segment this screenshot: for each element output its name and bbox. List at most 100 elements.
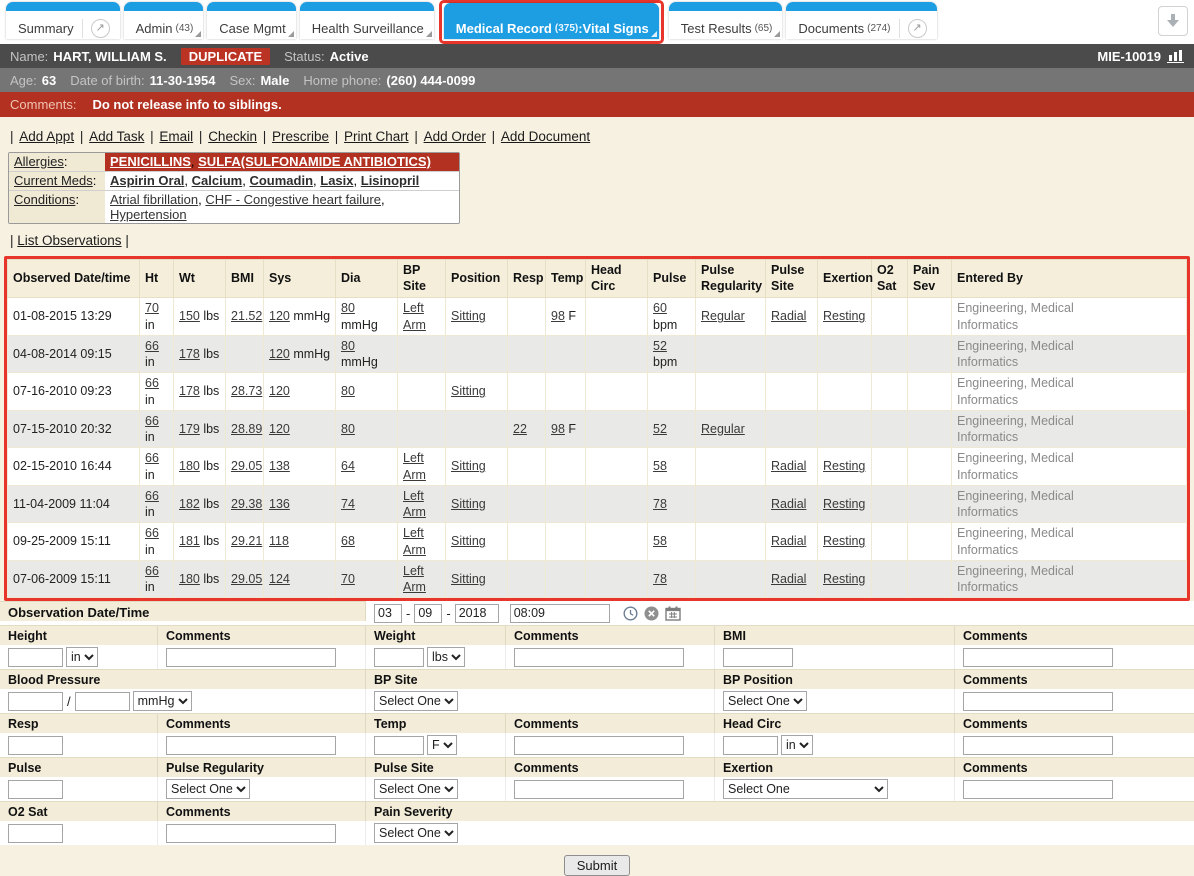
observation-value-link[interactable]: 80 (341, 384, 355, 398)
observation-value-link[interactable]: 78 (653, 497, 667, 511)
link-hypertension[interactable]: Hypertension (110, 207, 187, 222)
bp-site-select[interactable]: Select One (374, 691, 458, 711)
o2-sat-input[interactable] (8, 824, 63, 843)
open-documents-icon[interactable]: ↗ (899, 19, 927, 38)
observation-value-link[interactable]: 58 (653, 459, 667, 473)
observation-value-link[interactable]: Left Arm (403, 451, 426, 481)
tab-health-surveillance[interactable]: Health Surveillance (300, 2, 434, 39)
link-sulfa-sulfonamide-antibiotics-[interactable]: SULFA(SULFONAMIDE ANTIBIOTICS) (198, 154, 431, 169)
observation-value-link[interactable]: 150 (179, 309, 200, 323)
observation-value-link[interactable]: 70 (341, 572, 355, 586)
observation-value-link[interactable]: 98 (551, 422, 565, 436)
observation-value-link[interactable]: 120 (269, 347, 290, 361)
observation-value-link[interactable]: Sitting (451, 309, 486, 323)
bp-systolic-input[interactable] (8, 692, 63, 711)
pulse-comments-input[interactable] (514, 780, 684, 799)
link-penicillins[interactable]: PENICILLINS (110, 154, 191, 169)
observation-value-link[interactable]: 66 (145, 526, 159, 540)
clock-icon[interactable] (623, 606, 638, 621)
observation-value-link[interactable]: Radial (771, 497, 806, 511)
pulse-input[interactable] (8, 780, 63, 799)
observation-value-link[interactable]: Sitting (451, 384, 486, 398)
observation-value-link[interactable]: 29.38 (231, 497, 262, 511)
obs-month-input[interactable] (374, 604, 402, 623)
obs-day-input[interactable] (414, 604, 442, 623)
observation-value-link[interactable]: 66 (145, 451, 159, 465)
download-button[interactable] (1158, 6, 1188, 36)
observation-value-link[interactable]: 120 (269, 384, 290, 398)
link-lasix[interactable]: Lasix (320, 173, 353, 188)
observation-value-link[interactable]: Regular (701, 309, 745, 323)
observation-value-link[interactable]: 29.21 (231, 534, 262, 548)
observation-value-link[interactable]: 58 (653, 534, 667, 548)
observation-value-link[interactable]: 180 (179, 572, 200, 586)
conditions-label-link[interactable]: Conditions (14, 192, 75, 207)
temp-comments-input[interactable] (514, 736, 684, 755)
resp-input[interactable] (8, 736, 63, 755)
height-unit-select[interactable]: in (66, 647, 98, 667)
head-circ-unit-select[interactable]: in (781, 735, 813, 755)
observation-value-link[interactable]: 70 (145, 301, 159, 315)
head-circ-comments-input[interactable] (963, 736, 1113, 755)
tab-admin[interactable]: Admin (43) (124, 2, 204, 39)
observation-value-link[interactable]: 68 (341, 534, 355, 548)
observation-value-link[interactable]: 60 (653, 301, 667, 315)
obs-year-input[interactable] (455, 604, 499, 623)
observation-value-link[interactable]: 124 (269, 572, 290, 586)
observation-value-link[interactable]: Regular (701, 422, 745, 436)
head-circ-input[interactable] (723, 736, 778, 755)
observation-value-link[interactable]: 74 (341, 497, 355, 511)
observation-value-link[interactable]: Sitting (451, 459, 486, 473)
tab-summary[interactable]: Summary ↗ (6, 2, 120, 39)
bmi-input[interactable] (723, 648, 793, 667)
observation-value-link[interactable]: 66 (145, 339, 159, 353)
observation-value-link[interactable]: 29.05 (231, 459, 262, 473)
observation-value-link[interactable]: Left Arm (403, 564, 426, 594)
quick-link-add-appt[interactable]: Add Appt (19, 129, 74, 144)
allergies-label-link[interactable]: Allergies (14, 154, 64, 169)
observation-value-link[interactable]: 52 (653, 339, 667, 353)
bp-diastolic-input[interactable] (75, 692, 130, 711)
duplicate-badge[interactable]: DUPLICATE (181, 48, 270, 65)
observation-value-link[interactable]: 66 (145, 376, 159, 390)
observation-value-link[interactable]: 98 (551, 309, 565, 323)
observation-value-link[interactable]: 22 (513, 422, 527, 436)
current-meds-label-link[interactable]: Current Meds (14, 173, 93, 188)
resp-comments-input[interactable] (166, 736, 336, 755)
temp-input[interactable] (374, 736, 424, 755)
calendar-icon[interactable] (665, 606, 681, 621)
observation-value-link[interactable]: Left Arm (403, 489, 426, 519)
quick-link-email[interactable]: Email (159, 129, 193, 144)
pulse-regularity-select[interactable]: Select One (166, 779, 250, 799)
observation-value-link[interactable]: Sitting (451, 572, 486, 586)
observation-value-link[interactable]: 182 (179, 497, 200, 511)
pulse-site-select[interactable]: Select One (374, 779, 458, 799)
observation-value-link[interactable]: 120 (269, 309, 290, 323)
observation-value-link[interactable]: 180 (179, 459, 200, 473)
observation-value-link[interactable]: Resting (823, 572, 865, 586)
tab-documents[interactable]: Documents (274) ↗ (786, 2, 936, 39)
height-input[interactable] (8, 648, 63, 667)
exertion-comments-input[interactable] (963, 780, 1113, 799)
observation-value-link[interactable]: Resting (823, 534, 865, 548)
observation-value-link[interactable]: Left Arm (403, 526, 426, 556)
bp-unit-select[interactable]: mmHg (133, 691, 192, 711)
observation-value-link[interactable]: 80 (341, 301, 355, 315)
observation-value-link[interactable]: 64 (341, 459, 355, 473)
observation-value-link[interactable]: 66 (145, 489, 159, 503)
observation-value-link[interactable]: 78 (653, 572, 667, 586)
observation-value-link[interactable]: 29.05 (231, 572, 262, 586)
weight-unit-select[interactable]: lbs (427, 647, 465, 667)
o2-sat-comments-input[interactable] (166, 824, 336, 843)
observation-value-link[interactable]: Radial (771, 459, 806, 473)
quick-link-checkin[interactable]: Checkin (208, 129, 257, 144)
observation-value-link[interactable]: 80 (341, 339, 355, 353)
link-coumadin[interactable]: Coumadin (249, 173, 313, 188)
submit-button[interactable]: Submit (564, 855, 630, 876)
clear-date-icon[interactable] (644, 606, 659, 621)
observation-value-link[interactable]: 66 (145, 414, 159, 428)
observation-value-link[interactable]: 52 (653, 422, 667, 436)
quick-link-add-order[interactable]: Add Order (424, 129, 486, 144)
observation-value-link[interactable]: Radial (771, 572, 806, 586)
observation-value-link[interactable]: Radial (771, 309, 806, 323)
